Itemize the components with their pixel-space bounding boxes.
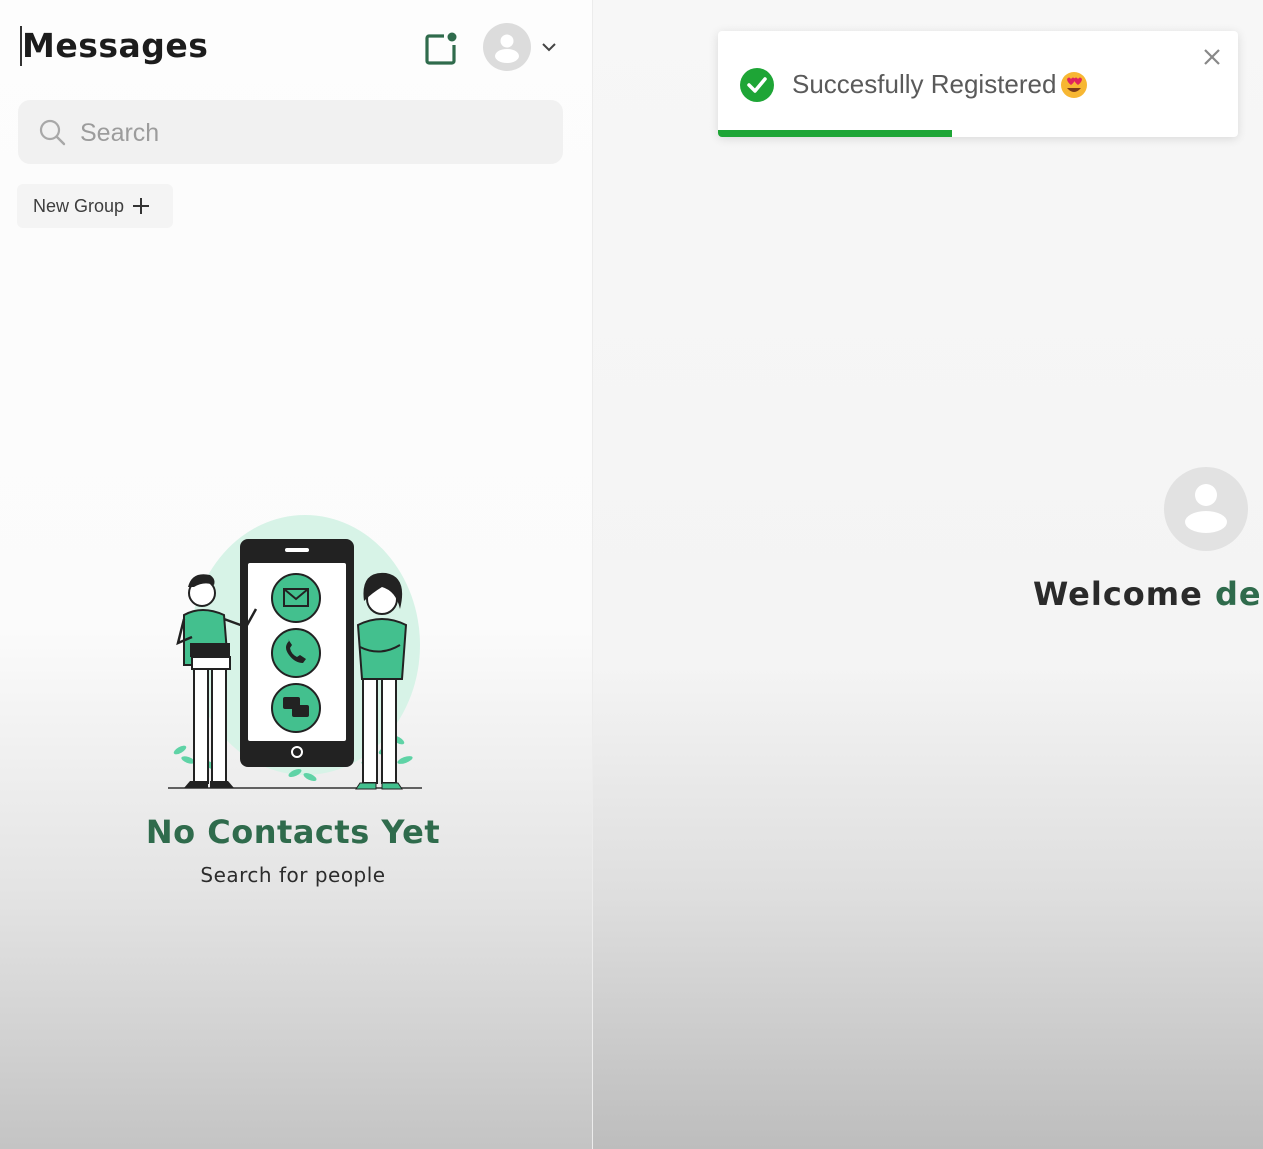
toast-progress-bar: [718, 130, 1238, 137]
main-panel: Succesfully Registered Welcome dem: [593, 0, 1263, 1149]
empty-state-subtitle: Search for people: [200, 863, 386, 887]
new-group-label: New Group: [33, 195, 125, 216]
user-avatar-icon: [483, 23, 531, 71]
page-title: Messages: [20, 26, 209, 66]
plus-icon: [133, 198, 150, 214]
success-toast[interactable]: Succesfully Registered: [718, 31, 1238, 137]
new-chat-icon[interactable]: [424, 30, 460, 66]
profile-menu-button[interactable]: [483, 23, 563, 71]
user-avatar-icon: [1164, 467, 1248, 551]
search-bar: [18, 100, 563, 164]
welcome-message: Welcome dem: [1033, 575, 1263, 613]
welcome-prefix: Welcome: [1033, 575, 1203, 613]
check-circle-icon: [740, 68, 774, 102]
toast-progress-fill: [718, 130, 952, 137]
heart-eyes-emoji: [1061, 71, 1088, 98]
close-icon[interactable]: [1202, 47, 1222, 67]
new-group-button[interactable]: New Group: [17, 184, 173, 228]
search-input[interactable]: [78, 112, 542, 154]
toast-message: Succesfully Registered: [792, 69, 1057, 99]
sidebar: Messages New Group: [0, 0, 593, 1149]
empty-state-title: No Contacts Yet: [145, 813, 441, 851]
toast-message-container: Succesfully Registered: [792, 69, 1088, 100]
people-phone-illustration: [160, 515, 430, 795]
search-icon: [39, 119, 66, 146]
chevron-down-icon: [542, 43, 556, 52]
welcome-username: dem: [1214, 575, 1263, 613]
